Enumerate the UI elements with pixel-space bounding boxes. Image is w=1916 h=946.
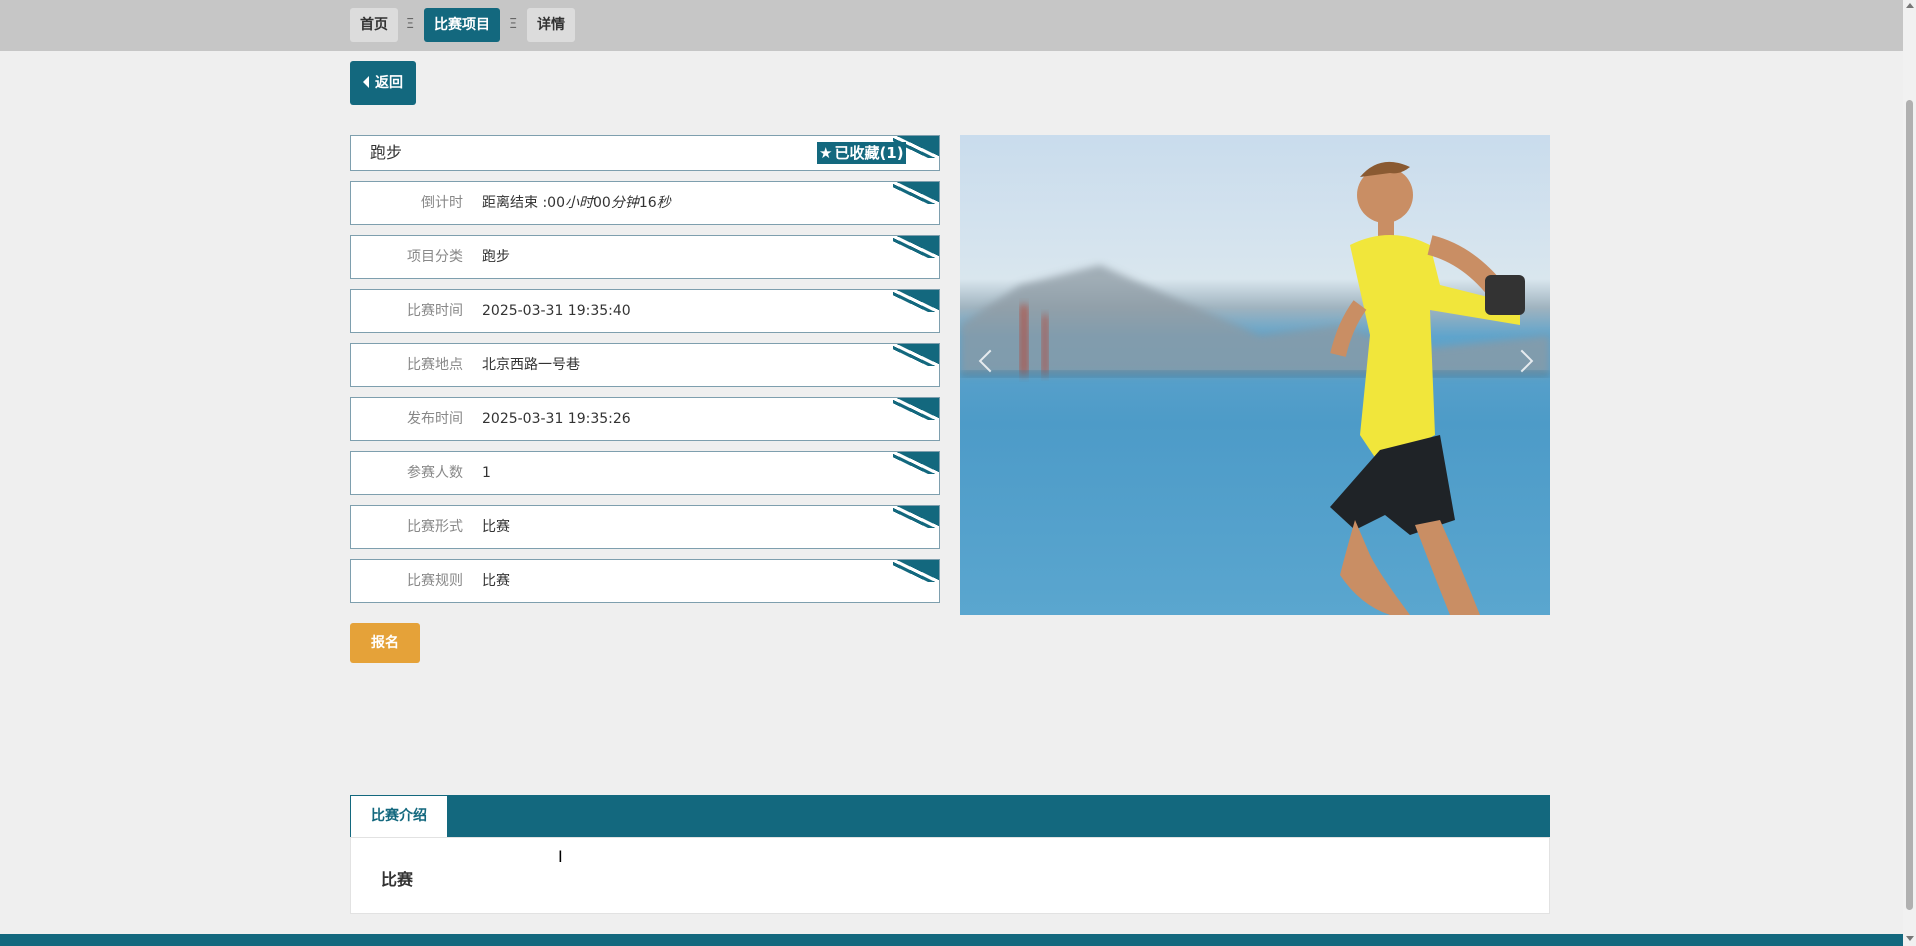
detail-value: 1: [482, 465, 491, 481]
detail-value: 2025-03-31 19:35:40: [482, 303, 631, 319]
countdown-value: 距离结束 :00小时00分钟16秒: [482, 182, 671, 224]
breadcrumb-separator: Ξ: [406, 17, 415, 32]
detail-row-format: 比赛形式 比赛: [350, 505, 940, 549]
corner-decoration: [893, 182, 939, 204]
detail-label: 比赛时间: [407, 303, 463, 319]
detail-value: 比赛: [482, 519, 510, 535]
tab-intro[interactable]: 比赛介绍: [351, 796, 447, 837]
signup-button[interactable]: 报名: [350, 623, 420, 663]
runner-photo: [960, 161, 1550, 615]
breadcrumb-home[interactable]: 首页: [350, 8, 398, 42]
breadcrumb-separator: Ξ: [509, 17, 518, 32]
footer: [0, 934, 1903, 946]
back-button[interactable]: 返回: [350, 61, 416, 105]
tab-content: 比赛: [350, 837, 1550, 914]
countdown-prefix: 距离结束 :00: [482, 195, 565, 211]
corner-decoration: [893, 398, 939, 420]
corner-decoration: [893, 344, 939, 366]
detail-label: 比赛地点: [407, 357, 463, 373]
countdown-minutes: 00: [592, 195, 611, 211]
detail-row-category: 项目分类 跑步: [350, 235, 940, 279]
favorite-button[interactable]: ★ 已收藏(1): [817, 142, 906, 164]
breadcrumb-detail[interactable]: 详情: [527, 8, 575, 42]
scroll-down-icon[interactable]: [1906, 936, 1914, 941]
detail-label: 项目分类: [407, 249, 463, 265]
detail-row-time: 比赛时间 2025-03-31 19:35:40: [350, 289, 940, 333]
tab-bar: 比赛介绍: [350, 795, 1550, 837]
detail-row-location: 比赛地点 北京西路一号巷: [350, 343, 940, 387]
countdown-hours-unit: 小时: [564, 195, 593, 211]
detail-row-participants: 参赛人数 1: [350, 451, 940, 495]
text-cursor-icon: I: [558, 849, 563, 865]
countdown-seconds-unit: 秒: [656, 195, 671, 211]
scrollbar[interactable]: [1903, 0, 1916, 946]
page-title: 跑步: [370, 143, 403, 162]
detail-label: 发布时间: [407, 411, 463, 427]
corner-decoration: [893, 236, 939, 258]
countdown-seconds: 16: [638, 195, 657, 211]
detail-value: 北京西路一号巷: [482, 357, 580, 373]
favorite-label: 已收藏(1): [834, 144, 904, 162]
title-row: 跑步 ★ 已收藏(1): [350, 135, 940, 171]
detail-label: 比赛规则: [407, 573, 463, 589]
scrollbar-thumb[interactable]: [1906, 100, 1913, 910]
detail-row-published: 发布时间 2025-03-31 19:35:26: [350, 397, 940, 441]
corner-decoration: [893, 452, 939, 474]
countdown-minutes-unit: 分钟: [610, 195, 639, 211]
breadcrumb-competition[interactable]: 比赛项目: [424, 8, 500, 42]
detail-row-countdown: 倒计时 距离结束 :00小时00分钟16秒: [350, 181, 940, 225]
detail-value: 跑步: [482, 249, 510, 265]
corner-decoration: [893, 290, 939, 312]
star-icon: ★: [819, 144, 833, 162]
breadcrumb: 首页 Ξ 比赛项目 Ξ 详情: [0, 0, 1903, 51]
detail-value: 2025-03-31 19:35:26: [482, 411, 631, 427]
detail-label: 比赛形式: [407, 519, 463, 535]
corner-decoration: [893, 506, 939, 528]
detail-label: 倒计时: [421, 195, 463, 211]
detail-row-rules: 比赛规则 比赛: [350, 559, 940, 603]
back-button-label: 返回: [375, 75, 403, 91]
image-carousel[interactable]: [960, 135, 1550, 615]
corner-decoration: [893, 560, 939, 582]
scroll-up-icon[interactable]: [1906, 3, 1914, 8]
caret-left-icon: [363, 76, 369, 88]
detail-value: 比赛: [482, 573, 510, 589]
intro-text: 比赛: [381, 870, 414, 889]
detail-label: 参赛人数: [407, 465, 463, 481]
